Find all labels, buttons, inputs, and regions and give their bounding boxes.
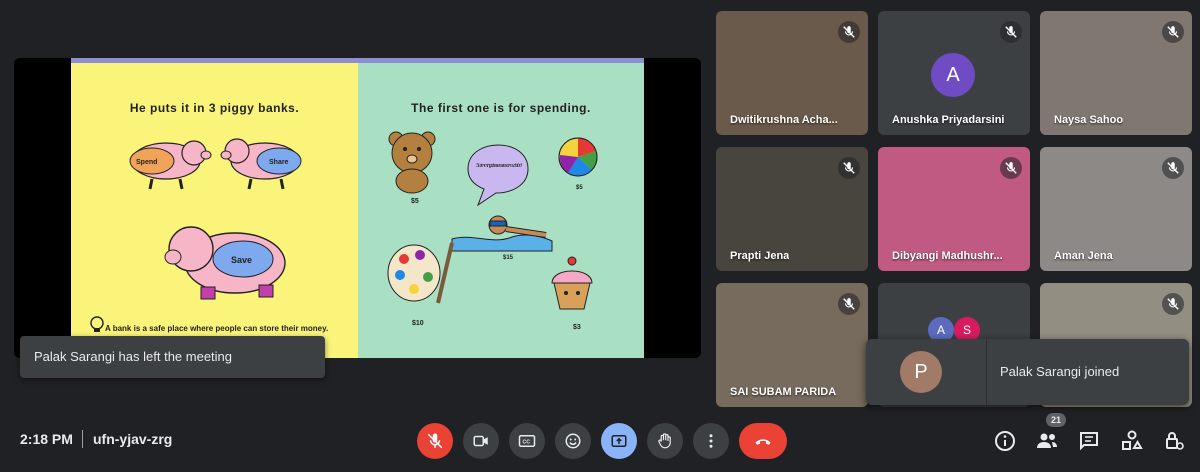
mic-off-icon xyxy=(1167,298,1179,310)
mic-off-icon xyxy=(1005,162,1017,174)
spend-pig: Spend xyxy=(129,140,212,190)
mic-off-icon xyxy=(1005,26,1017,38)
raise-hand-button[interactable] xyxy=(647,423,683,459)
camera-toggle-button[interactable] xyxy=(463,423,499,459)
host-controls-button[interactable] xyxy=(1162,429,1186,453)
participant-name: Naysa Sahoo xyxy=(1054,114,1124,126)
mic-off-icon xyxy=(1167,162,1179,174)
captions-button[interactable]: CC xyxy=(509,423,545,459)
muted-indicator xyxy=(838,21,860,43)
muted-indicator xyxy=(1000,21,1022,43)
swimmer-pool xyxy=(451,215,553,252)
price-ball: $5 xyxy=(576,185,583,191)
pig-label-spend: Spend xyxy=(136,159,157,166)
participant-tile[interactable]: Aman Jena xyxy=(1040,147,1192,271)
present-icon xyxy=(611,435,627,447)
people-count-badge: 21 xyxy=(1046,413,1066,427)
muted-indicator xyxy=(1162,293,1184,315)
participant-tile[interactable]: Prapti Jena xyxy=(716,147,868,271)
left-meeting-toast: Palak Sarangi has left the meeting xyxy=(20,336,325,378)
presentation-stage: He puts it in 3 piggy banks. Spend Share… xyxy=(14,58,701,358)
muted-indicator xyxy=(838,293,860,315)
price-bear: $5 xyxy=(411,198,419,205)
meeting-code: ufn-yjav-zrg xyxy=(93,431,173,447)
meeting-details-button[interactable] xyxy=(993,429,1017,453)
camera-icon xyxy=(473,435,488,447)
mic-off-icon xyxy=(427,433,443,449)
mic-off-icon xyxy=(843,298,855,310)
toast-divider xyxy=(986,339,987,405)
piggy-banks-illustration: Spend Share Save xyxy=(90,138,302,332)
speech-bubble: Swimming classes are so much fun! xyxy=(467,144,529,207)
lightbulb-icon xyxy=(90,316,104,332)
emoji-icon xyxy=(565,433,581,449)
joined-toast-text: Palak Sarangi joined xyxy=(1000,364,1120,379)
mic-off-icon xyxy=(1167,26,1179,38)
mic-off-icon xyxy=(843,162,855,174)
muted-indicator xyxy=(838,157,860,179)
price-cupcake: $3 xyxy=(573,324,581,331)
svg-text:CC: CC xyxy=(523,439,531,445)
chat-button[interactable] xyxy=(1077,429,1101,453)
reactions-button[interactable] xyxy=(555,423,591,459)
paint-palette xyxy=(387,242,454,304)
hang-up-icon xyxy=(755,439,771,445)
teddy-bear xyxy=(388,131,436,194)
meeting-time: 2:18 PM xyxy=(20,431,73,447)
present-now-button[interactable] xyxy=(601,423,637,459)
participant-name: SAI SUBAM PARIDA xyxy=(730,386,837,398)
mic-toggle-button[interactable] xyxy=(417,423,453,459)
leave-call-button[interactable] xyxy=(739,423,787,459)
slide: He puts it in 3 piggy banks. Spend Share… xyxy=(71,58,644,358)
muted-indicator xyxy=(1162,21,1184,43)
captions-icon: CC xyxy=(518,435,536,447)
slide-right-page: The first one is for spending. $5 Swimmi… xyxy=(358,58,644,358)
joined-avatar: P xyxy=(900,351,942,393)
participant-name: Anushka Priyadarsini xyxy=(892,114,1005,126)
participant-name: Dwitikrushna Acha... xyxy=(730,114,838,126)
slide-left-page: He puts it in 3 piggy banks. Spend Share… xyxy=(71,58,358,358)
price-swim: $15 xyxy=(503,255,514,261)
participant-tile[interactable]: A Anushka Priyadarsini xyxy=(878,11,1030,135)
participant-name: Prapti Jena xyxy=(730,250,790,262)
muted-indicator xyxy=(1162,157,1184,179)
mic-off-icon xyxy=(843,26,855,38)
participant-tile[interactable]: SAI SUBAM PARIDA xyxy=(716,283,868,407)
raise-hand-icon xyxy=(658,433,671,449)
slide-footnote: A bank is a safe place where people can … xyxy=(105,324,329,333)
beach-ball xyxy=(558,137,598,177)
muted-indicator xyxy=(1000,157,1022,179)
joined-toast: P Palak Sarangi joined xyxy=(866,339,1189,405)
share-pig: Share xyxy=(220,138,302,190)
pig-label-save: Save xyxy=(231,255,252,265)
spending-items-illustration: $5 Swimming classes are so much fun! $5 xyxy=(387,131,598,331)
participant-name: Dibyangi Madhushr... xyxy=(892,250,1003,262)
participant-name: Aman Jena xyxy=(1054,250,1113,262)
pig-label-share: Share xyxy=(269,159,289,166)
activities-button[interactable] xyxy=(1120,429,1144,453)
price-palette: $10 xyxy=(412,320,424,327)
people-button[interactable] xyxy=(1035,429,1059,453)
participant-avatar: A xyxy=(931,53,975,97)
bubble-text: Swimming classes are so much fun! xyxy=(476,163,523,169)
participant-tile[interactable]: Dwitikrushna Acha... xyxy=(716,11,868,135)
time-code-divider xyxy=(82,430,83,448)
more-vert-icon xyxy=(709,434,713,448)
participant-tile[interactable]: Naysa Sahoo xyxy=(1040,11,1192,135)
participant-tile[interactable]: Dibyangi Madhushr... xyxy=(878,147,1030,271)
more-options-button[interactable] xyxy=(693,423,729,459)
cupcake xyxy=(551,256,593,310)
save-pig: Save xyxy=(164,226,286,300)
